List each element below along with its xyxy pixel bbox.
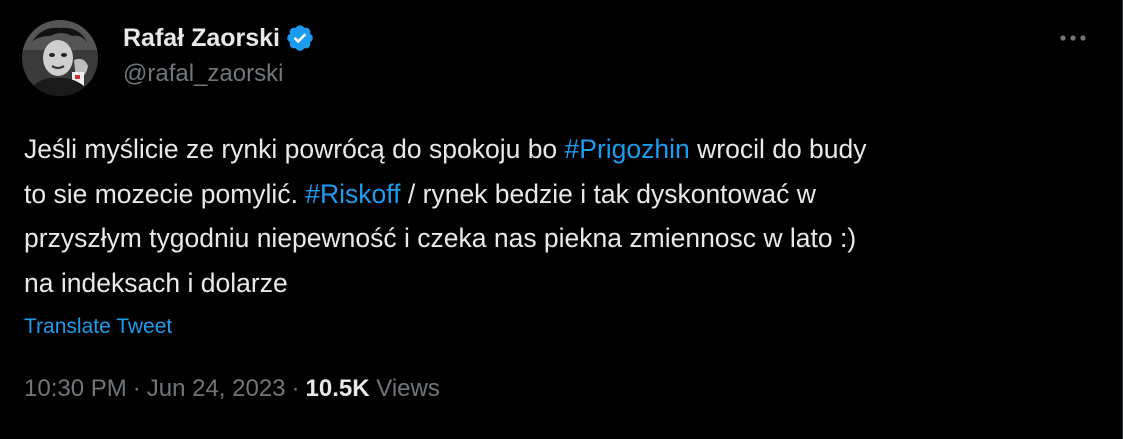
author-handle[interactable]: @rafal_zaorski xyxy=(123,60,283,88)
verified-badge-icon[interactable] xyxy=(285,23,315,53)
more-horizontal-icon xyxy=(1060,35,1086,41)
avatar[interactable] xyxy=(22,20,98,96)
separator-dot: · xyxy=(291,375,300,402)
tweet-time[interactable]: 10:30 PM xyxy=(24,375,127,402)
translate-tweet-link[interactable]: Translate Tweet xyxy=(24,315,172,339)
tweet-metadata: 10:30 PM · Jun 24, 2023 · 10.5K Views xyxy=(24,375,440,403)
author-display-name[interactable]: Rafał Zaorski xyxy=(123,24,280,53)
separator-dot: · xyxy=(132,375,141,402)
author-name-row: Rafał Zaorski xyxy=(123,22,315,54)
tweet-text: Jeśli myślicie ze rynki powrócą do spoko… xyxy=(24,127,1084,305)
hashtag-link[interactable]: #Riskoff xyxy=(305,179,400,209)
hashtag-link[interactable]: #Prigozhin xyxy=(565,134,690,164)
more-options-button[interactable] xyxy=(1053,24,1093,52)
tweet-text-segment: Jeśli myślicie ze rynki powrócą do spoko… xyxy=(24,134,565,164)
views-label: Views xyxy=(376,375,440,402)
views-count[interactable]: 10.5K xyxy=(306,375,370,402)
tweet-date[interactable]: Jun 24, 2023 xyxy=(147,375,286,402)
tweet-card: Rafał Zaorski @rafal_zaorski Jeśli myśli… xyxy=(0,0,1123,439)
